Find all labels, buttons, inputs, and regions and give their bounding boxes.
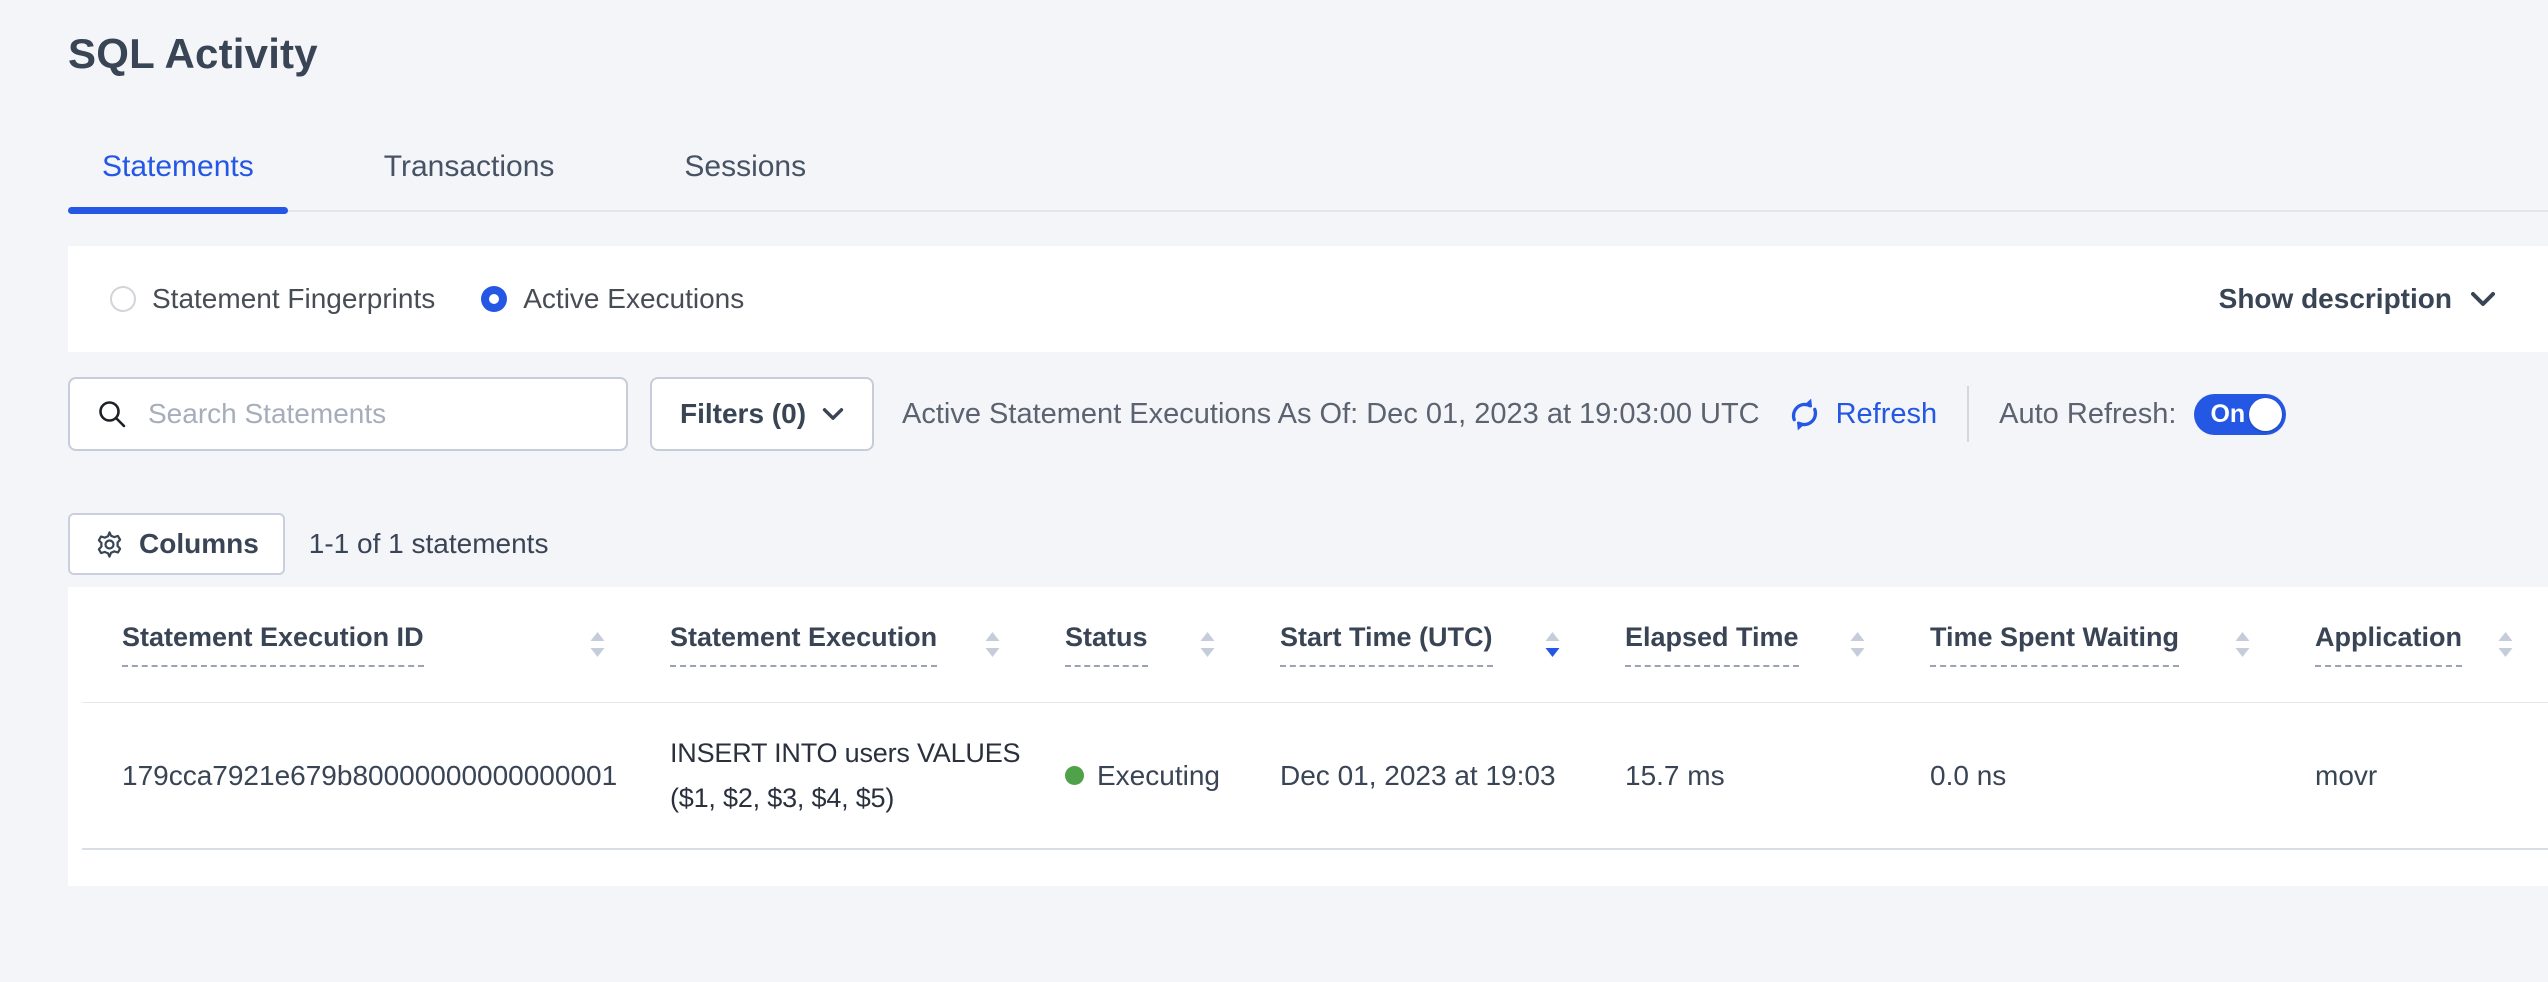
status-label: Executing — [1097, 760, 1220, 792]
toggle-state-label: On — [2210, 400, 2245, 429]
sort-icon — [2497, 631, 2514, 658]
radio-unselected-icon — [110, 286, 136, 312]
search-icon — [96, 398, 128, 430]
radio-label: Statement Fingerprints — [152, 283, 435, 315]
sort-icon — [1849, 631, 1866, 658]
table-toolbar: Columns 1-1 of 1 statements — [68, 513, 548, 575]
refresh-label: Refresh — [1836, 398, 1938, 431]
sort-icon — [1199, 631, 1216, 658]
sort-icon — [589, 631, 606, 658]
statement-line-1: INSERT INTO users VALUES — [670, 731, 1035, 776]
radio-selected-icon — [481, 286, 507, 312]
columns-label: Columns — [139, 528, 259, 560]
radio-label: Active Executions — [523, 283, 744, 315]
view-mode-radio-group: Statement Fingerprints Active Executions — [110, 283, 744, 315]
sort-desc-icon — [1544, 631, 1561, 658]
columns-button[interactable]: Columns — [68, 513, 285, 575]
cell-status: Executing — [1035, 760, 1250, 792]
radio-statement-fingerprints[interactable]: Statement Fingerprints — [110, 283, 435, 315]
as-of-timestamp: Active Statement Executions As Of: Dec 0… — [902, 398, 1760, 431]
column-header-time-spent-waiting[interactable]: Time Spent Waiting — [1900, 587, 2285, 702]
cell-start-time: Dec 01, 2023 at 19:03 — [1250, 760, 1595, 792]
sort-icon — [2234, 631, 2251, 658]
column-header-statement-execution[interactable]: Statement Execution — [640, 587, 1035, 702]
column-header-statement-execution-id[interactable]: Statement Execution ID — [82, 587, 640, 702]
status-dot-icon — [1065, 766, 1084, 785]
table-row[interactable]: 179cca7921e679b80000000000000001 INSERT … — [82, 703, 2548, 850]
search-box — [68, 377, 628, 451]
cell-elapsed-time: 15.7 ms — [1595, 760, 1900, 792]
cell-time-spent-waiting: 0.0 ns — [1900, 760, 2285, 792]
refresh-icon — [1786, 396, 1823, 433]
tab-transactions[interactable]: Transactions — [350, 150, 589, 210]
filters-label: Filters (0) — [680, 398, 806, 430]
column-header-application[interactable]: Application — [2285, 587, 2548, 702]
column-header-status[interactable]: Status — [1035, 587, 1250, 702]
statements-table: Statement Execution ID Statement Executi… — [68, 587, 2548, 886]
chevron-down-icon — [2470, 291, 2496, 307]
chevron-down-icon — [822, 407, 844, 421]
column-header-start-time[interactable]: Start Time (UTC) — [1250, 587, 1595, 702]
tab-statements[interactable]: Statements — [68, 150, 288, 210]
results-count: 1-1 of 1 statements — [309, 528, 549, 560]
tab-bar: Statements Transactions Sessions — [68, 150, 2548, 212]
cell-statement: INSERT INTO users VALUES ($1, $2, $3, $4… — [640, 731, 1035, 821]
auto-refresh-toggle[interactable]: On — [2194, 394, 2286, 435]
column-header-elapsed-time[interactable]: Elapsed Time — [1595, 587, 1900, 702]
view-mode-card: Statement Fingerprints Active Executions… — [68, 246, 2548, 352]
gear-icon — [94, 529, 125, 560]
show-description-label: Show description — [2219, 283, 2452, 315]
cell-execution-id: 179cca7921e679b80000000000000001 — [82, 760, 640, 792]
auto-refresh-label: Auto Refresh: — [1999, 398, 2176, 431]
statement-line-2: ($1, $2, $3, $4, $5) — [670, 776, 1035, 821]
refresh-button[interactable]: Refresh — [1786, 396, 1938, 433]
tab-sessions[interactable]: Sessions — [650, 150, 840, 210]
controls-row: Filters (0) Active Statement Executions … — [68, 377, 2548, 451]
page-title: SQL Activity — [68, 30, 318, 78]
sort-icon — [984, 631, 1001, 658]
search-input[interactable] — [148, 398, 606, 430]
vertical-divider — [1967, 386, 1969, 442]
filters-button[interactable]: Filters (0) — [650, 377, 874, 451]
toggle-knob — [2249, 398, 2282, 431]
table-header-row: Statement Execution ID Statement Executi… — [82, 587, 2548, 703]
radio-active-executions[interactable]: Active Executions — [481, 283, 744, 315]
cell-application: movr — [2285, 760, 2548, 792]
show-description-toggle[interactable]: Show description — [2219, 283, 2496, 315]
